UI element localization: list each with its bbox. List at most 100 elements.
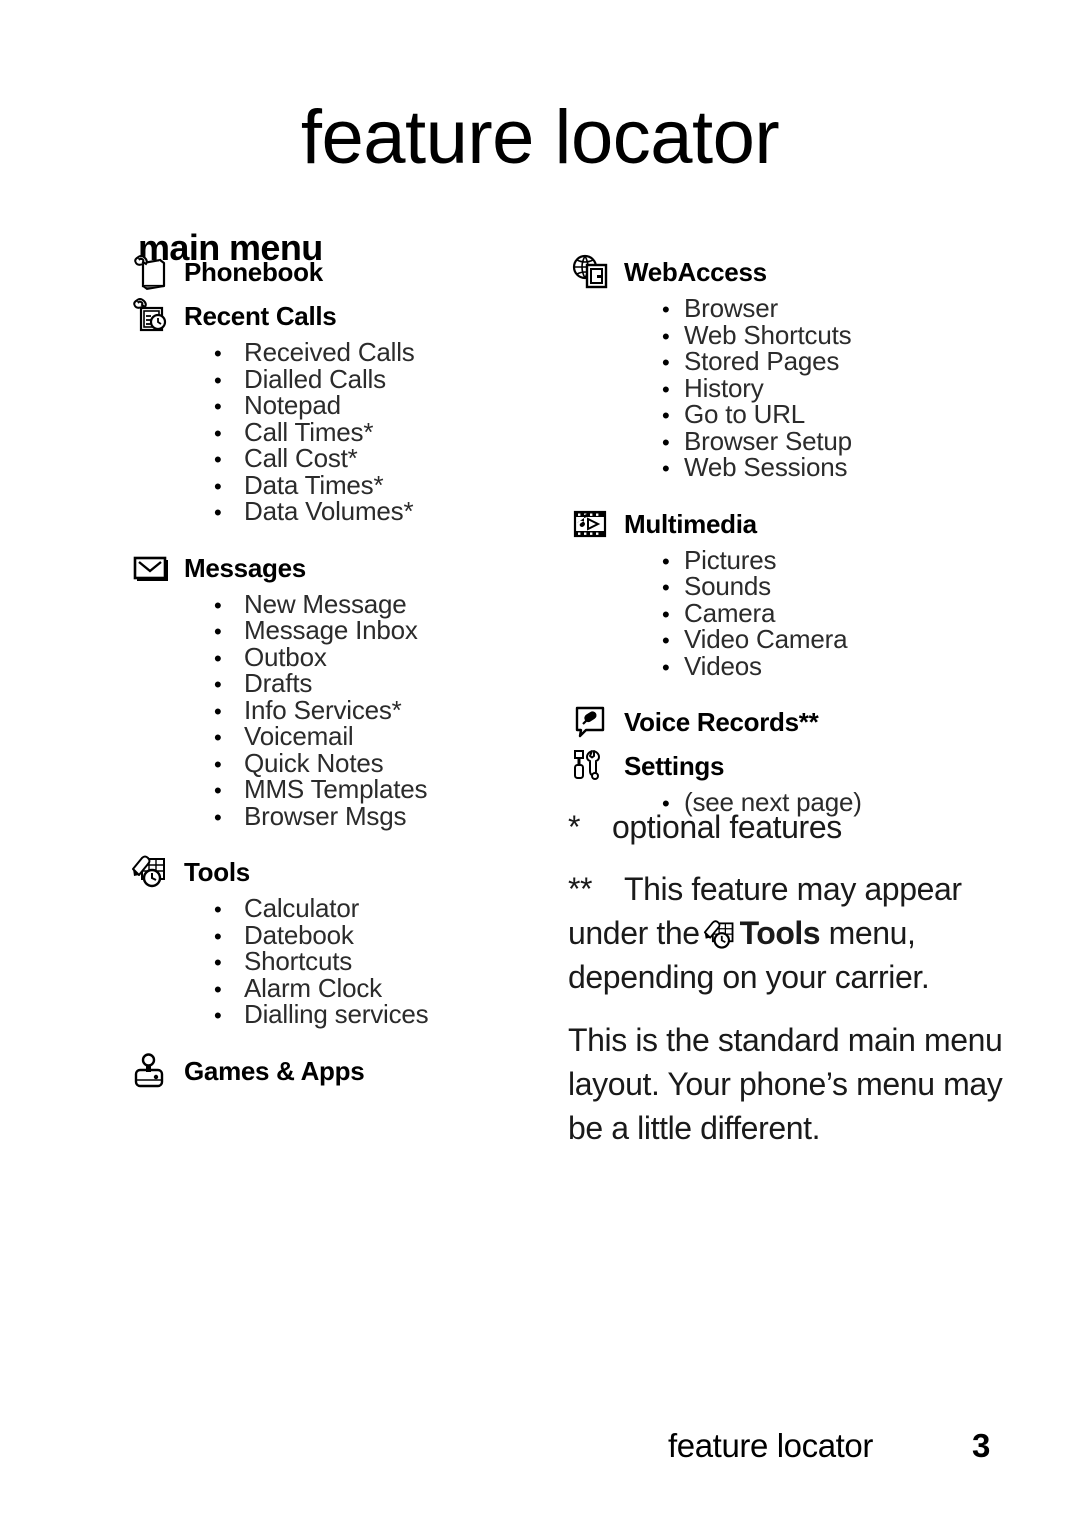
menu-sublist: • New Message • Message Inbox • Outbox • Dra… <box>130 588 550 831</box>
list-item-label: Quick Notes <box>244 747 384 778</box>
list-item[interactable]: • Calculator <box>130 893 550 923</box>
menu-group-multimedia: Multimedia • Pictures • Sounds • Camera • Vi… <box>570 504 1000 681</box>
menu-group-label: Messages <box>184 552 306 583</box>
list-item-label: Dialling services <box>244 999 429 1029</box>
list-item-label: Videos <box>684 650 762 681</box>
list-item[interactable]: • Dialling services <box>130 999 550 1029</box>
standard-menu-note: This is the standard main menu layout. Y… <box>568 1022 1003 1146</box>
menu-group-label: Phonebook <box>184 257 323 287</box>
list-item[interactable]: • Call Cost* <box>130 443 550 473</box>
bullet-icon: • <box>214 923 222 949</box>
list-item[interactable]: • MMS Templates <box>130 776 550 804</box>
menu-group-header[interactable]: Voice Records** <box>570 702 1000 746</box>
list-item[interactable]: • Stored Pages <box>570 346 1000 376</box>
menu-sublist: • Pictures • Sounds • Camera • Video Camera … <box>570 544 1000 681</box>
list-item-label: Sounds <box>684 571 771 601</box>
messages-envelope-icon <box>130 548 174 588</box>
list-item-label: Received Calls <box>244 337 415 367</box>
menu-group-tools: Tools • Calculator • Datebook • Shortcuts •… <box>130 852 550 1029</box>
list-item-label: Video Camera <box>684 624 848 654</box>
list-item[interactable]: • Drafts <box>130 668 550 698</box>
recent-calls-icon <box>130 296 174 336</box>
voice-records-icon <box>570 702 614 742</box>
menu-group-voice-records: Voice Records** <box>570 702 1000 746</box>
menu-group-webaccess: WebAccess • Browser • Web Shortcuts • Store… <box>570 252 1000 482</box>
list-item-label: Voicemail <box>244 721 354 751</box>
list-item-label: Stored Pages <box>684 346 840 376</box>
page-title: feature locator <box>300 94 780 180</box>
list-item-label: Outbox <box>244 641 327 672</box>
bullet-icon: • <box>214 1003 222 1028</box>
menu-group-header[interactable]: Multimedia <box>570 504 1000 548</box>
menu-group-header[interactable]: WebAccess <box>570 252 1000 296</box>
list-item[interactable]: • Sounds <box>570 571 1000 601</box>
menu-group-label: Voice Records** <box>624 707 819 737</box>
menu-group-header[interactable]: Phonebook <box>130 252 550 296</box>
footnote-tools-menu: ** This feature may appear under the Tool… <box>568 867 1008 999</box>
multimedia-filmstrip-icon <box>570 504 614 544</box>
list-item-label: Drafts <box>244 668 313 698</box>
list-item-label: New Message <box>244 588 407 619</box>
menu-group-header[interactable]: Messages <box>130 548 550 592</box>
list-item-label: Web Sessions <box>684 452 848 482</box>
list-item[interactable]: • Received Calls <box>130 337 550 367</box>
menu-sublist: • Received Calls • Dialled Calls • Notepad … <box>130 337 550 526</box>
bullet-icon: • <box>214 341 222 366</box>
list-item[interactable]: • Browser Msgs <box>130 803 550 831</box>
bullet-icon: • <box>214 950 222 975</box>
menu-group-label: Recent Calls <box>184 301 337 331</box>
list-item[interactable]: • Outbox <box>130 641 550 672</box>
list-item-label: Web Shortcuts <box>684 319 852 350</box>
bullet-icon: • <box>214 698 222 724</box>
bullet-icon: • <box>214 725 222 750</box>
list-item[interactable]: • Go to URL <box>570 399 1000 429</box>
footnote-optional-features: * optional features <box>568 805 1008 849</box>
menu-group-messages: Messages • New Message • Message Inbox • Ou… <box>130 548 550 831</box>
list-item-label: Data Times* <box>244 469 384 500</box>
menu-group-header[interactable]: Games & Apps <box>130 1051 550 1095</box>
menu-group-label: Settings <box>624 751 725 781</box>
list-item[interactable]: • Voicemail <box>130 721 550 751</box>
bullet-icon: • <box>214 897 222 922</box>
bullet-icon: • <box>214 367 222 393</box>
list-item[interactable]: • Pictures <box>570 544 1000 575</box>
menu-group-header[interactable]: Tools <box>130 852 550 896</box>
list-item-label: Browser Setup <box>684 425 852 456</box>
menu-column-left: Phonebook Recent Calls • Received Calls … <box>130 252 550 1095</box>
menu-group-header[interactable]: Recent Calls <box>130 296 550 340</box>
list-item[interactable]: • Video Camera <box>570 624 1000 654</box>
list-item[interactable]: • Videos <box>570 650 1000 681</box>
list-item-label: Datebook <box>244 919 354 950</box>
page-footer: feature locator 3 <box>0 1424 1080 1470</box>
list-item-label: Notepad <box>244 390 341 420</box>
bullet-icon: • <box>214 500 222 525</box>
list-item-label: Message Inbox <box>244 615 418 645</box>
list-item[interactable]: • Web Sessions <box>570 452 1000 482</box>
list-item-label: Browser <box>684 293 778 323</box>
list-item[interactable]: • Message Inbox <box>130 615 550 645</box>
list-item-label: Alarm Clock <box>244 972 382 1003</box>
list-item[interactable]: • Shortcuts <box>130 946 550 976</box>
list-item-label: Calculator <box>244 893 360 923</box>
list-item[interactable]: • Notepad <box>130 390 550 420</box>
menu-group-phonebook: Phonebook <box>130 252 550 296</box>
footnote-bold-word: Tools <box>739 915 821 951</box>
list-item-label: Call Cost* <box>244 443 358 473</box>
list-item-label: History <box>684 372 764 403</box>
list-item[interactable]: • Browser <box>570 293 1000 323</box>
bullet-icon: • <box>214 672 222 697</box>
list-item-label: Pictures <box>684 544 777 575</box>
list-item-label: Data Volumes* <box>244 496 414 526</box>
list-item[interactable]: • Data Volumes* <box>130 496 550 526</box>
manual-page: feature locator main menu Phonebook Rece… <box>0 0 1080 1521</box>
list-item-label: Shortcuts <box>244 946 353 976</box>
list-item-label: Go to URL <box>684 399 806 429</box>
menu-group-recent-calls: Recent Calls • Received Calls • Dialled Ca… <box>130 296 550 526</box>
menu-group-label: Tools <box>184 857 250 887</box>
menu-group-games-apps: Games & Apps <box>130 1051 550 1095</box>
menu-group-header[interactable]: Settings <box>570 746 1000 790</box>
menu-sublist: • Browser • Web Shortcuts • Stored Pages • H… <box>570 293 1000 482</box>
